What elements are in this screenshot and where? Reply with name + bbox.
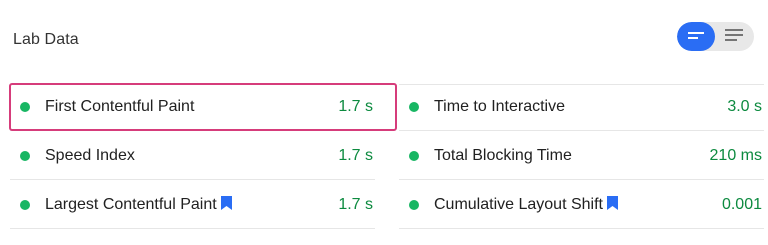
pass-indicator-icon — [409, 151, 419, 161]
metric-label-text: First Contentful Paint — [45, 98, 195, 115]
lab-data-panel: Lab Data First Contentful Paint 1.7 s Sp… — [0, 0, 768, 245]
pass-indicator-icon — [409, 200, 419, 210]
metric-first-contentful-paint: First Contentful Paint 1.7 s — [10, 84, 375, 131]
pass-indicator-icon — [20, 200, 30, 210]
metric-label-text: Speed Index — [45, 147, 135, 164]
section-title: Lab Data — [13, 31, 79, 48]
pass-indicator-icon — [20, 151, 30, 161]
metric-cumulative-layout-shift: Cumulative Layout Shift 0.001 — [399, 182, 764, 229]
metric-label-text: Largest Contentful Paint — [45, 196, 217, 213]
metric-value: 210 ms — [709, 147, 762, 164]
metric-label: Speed Index — [45, 147, 338, 165]
metric-value: 1.7 s — [338, 196, 373, 213]
metric-label: Cumulative Layout Shift — [434, 195, 722, 215]
pass-indicator-icon — [20, 102, 30, 112]
list-lines-icon — [725, 28, 743, 46]
view-toggle[interactable] — [677, 22, 754, 51]
metric-value: 1.7 s — [338, 98, 373, 115]
metric-label: Largest Contentful Paint — [45, 195, 338, 215]
metric-label-text: Total Blocking Time — [434, 147, 572, 164]
metric-label: First Contentful Paint — [45, 98, 338, 116]
metric-value: 0.001 — [721, 196, 762, 213]
metric-label-text: Time to Interactive — [434, 98, 566, 115]
metric-value: 1.7 s — [338, 147, 373, 164]
metric-total-blocking-time: Total Blocking Time 210 ms — [399, 133, 764, 180]
metric-time-to-interactive: Time to Interactive 3.0 s — [399, 84, 764, 131]
detailed-view-button[interactable] — [715, 22, 753, 51]
summary-view-button[interactable] — [677, 22, 715, 51]
metric-label: Total Blocking Time — [434, 147, 710, 165]
short-lines-icon — [688, 28, 704, 46]
bookmark-icon[interactable] — [606, 195, 618, 215]
metric-value: 3.0 s — [727, 98, 762, 115]
metric-label: Time to Interactive — [434, 98, 727, 116]
metric-speed-index: Speed Index 1.7 s — [10, 133, 375, 180]
metric-label-text: Cumulative Layout Shift — [434, 196, 603, 213]
metric-largest-contentful-paint: Largest Contentful Paint 1.7 s — [10, 182, 375, 229]
pass-indicator-icon — [409, 102, 419, 112]
bookmark-icon[interactable] — [220, 195, 232, 215]
